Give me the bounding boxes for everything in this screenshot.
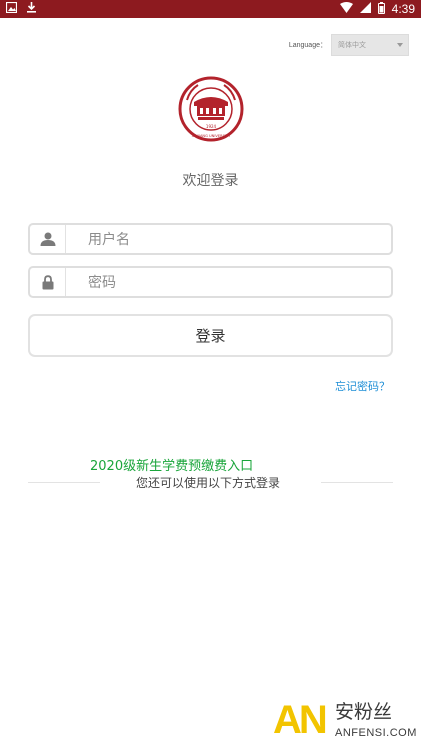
signal-icon [359,2,371,16]
username-placeholder: 用户名 [88,232,130,248]
status-time: 4:39 [391,2,415,16]
battery-icon [377,1,385,17]
language-select[interactable]: 简体中文 [331,34,409,56]
password-field[interactable]: 密码 [28,266,393,298]
language-label: Language： [288,42,327,49]
language-selector-row: Language： 简体中文 [289,34,409,56]
password-placeholder: 密码 [88,275,116,291]
chevron-down-icon [397,43,403,47]
status-bar: 4:39 [0,0,421,18]
username-field[interactable]: 用户名 [28,223,393,255]
login-button[interactable]: 登录 [28,314,393,357]
wifi-icon [339,2,353,16]
svg-text:XINJIANG UNIVERSITY: XINJIANG UNIVERSITY [192,134,232,138]
welcome-title: 欢迎登录 [182,173,239,189]
download-icon [26,1,37,16]
university-logo: 1924 XINJIANG UNIVERSITY [178,76,244,142]
language-selected-value: 简体中文 [338,41,366,49]
lock-icon [30,268,66,296]
svg-text:1924: 1924 [206,124,217,129]
watermark-cn: 安粉丝 [335,701,393,723]
divider-line-left [28,482,100,483]
watermark-brand: AN [273,698,328,742]
other-login-divider: 您还可以使用以下方式登录 [28,474,393,490]
image-icon [5,1,18,16]
divider-line-right [321,482,393,483]
forgot-password-link[interactable]: 忘记密码？ [335,378,390,394]
user-icon [30,225,66,253]
freshman-payment-link[interactable]: 2020级新生学费预缴费入口 [90,455,253,474]
watermark-logo: AN 安粉丝 ANFENSI.COM [273,698,419,746]
watermark-en: ANFENSI.COM [335,727,417,739]
other-login-text: 您还可以使用以下方式登录 [136,476,281,490]
